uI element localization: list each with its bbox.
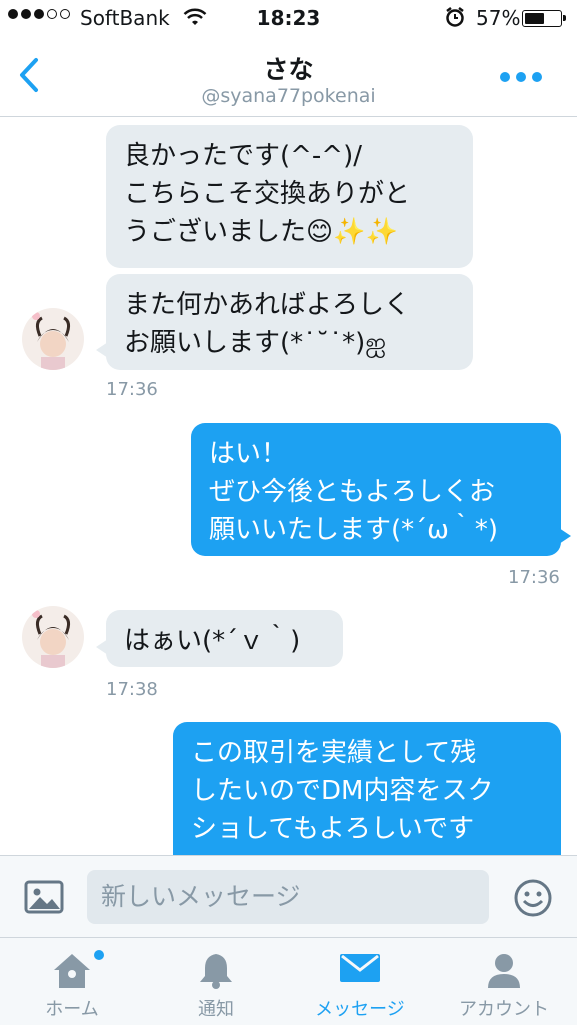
message-bubble-outgoing[interactable]: この取引を実績として残 したいのでDM内容をスク ショしてもよろしいです [173, 722, 561, 855]
contact-handle: @syana77pokenai [201, 85, 376, 107]
conversation-header: さな @syana77pokenai [0, 38, 577, 117]
tab-account[interactable]: アカウント [432, 938, 576, 1025]
image-attach-icon[interactable] [24, 880, 64, 918]
message-list[interactable]: 良かったです(^-^)/ こちらこそ交換ありがと うございました😊✨✨ また何か… [0, 117, 577, 855]
status-bar: SoftBank 18:23 57% [0, 0, 577, 38]
tab-notifications[interactable]: 通知 [144, 938, 288, 1025]
message-bubble-outgoing[interactable]: はい！ ぜひ今後ともよろしくお 願いいたします(*´ω｀*) [191, 423, 571, 556]
tab-label: ホーム [45, 999, 99, 1020]
tab-bar: ホーム 通知 メッセージ アカウント [0, 937, 577, 1025]
new-badge-dot [94, 950, 104, 960]
message-bubble-incoming[interactable]: また何かあればよろしく お願いします(*˙˘˙*)ஐ [96, 274, 473, 370]
compose-bar: 新しいメッセージ [0, 855, 577, 938]
battery-percentage: 57% [476, 6, 521, 30]
tab-home[interactable]: ホーム [0, 938, 144, 1025]
contact-name: さな [263, 55, 314, 84]
message-bubble-incoming[interactable]: 良かったです(^-^)/ こちらこそ交換ありがと うございました😊✨✨ [106, 125, 473, 268]
tab-messages[interactable]: メッセージ [288, 938, 432, 1025]
envelope-icon [338, 950, 382, 990]
avatar[interactable] [22, 606, 84, 668]
tab-label: メッセージ [315, 999, 405, 1020]
person-icon [484, 950, 524, 994]
battery-icon [522, 10, 566, 27]
emoji-icon[interactable] [513, 878, 553, 922]
tab-label: 通知 [198, 999, 234, 1020]
message-timestamp: 17:36 [508, 567, 560, 588]
alarm-icon [444, 6, 466, 33]
message-timestamp: 17:36 [106, 379, 158, 400]
message-bubble-incoming[interactable]: はぁい(*´ｖ｀) [96, 610, 343, 667]
more-options-icon[interactable] [500, 72, 542, 82]
message-timestamp: 17:38 [106, 679, 158, 700]
bell-icon [196, 950, 236, 994]
home-icon [50, 950, 94, 994]
message-input[interactable]: 新しいメッセージ [87, 870, 489, 924]
tab-label: アカウント [459, 999, 549, 1020]
avatar[interactable] [22, 308, 84, 370]
